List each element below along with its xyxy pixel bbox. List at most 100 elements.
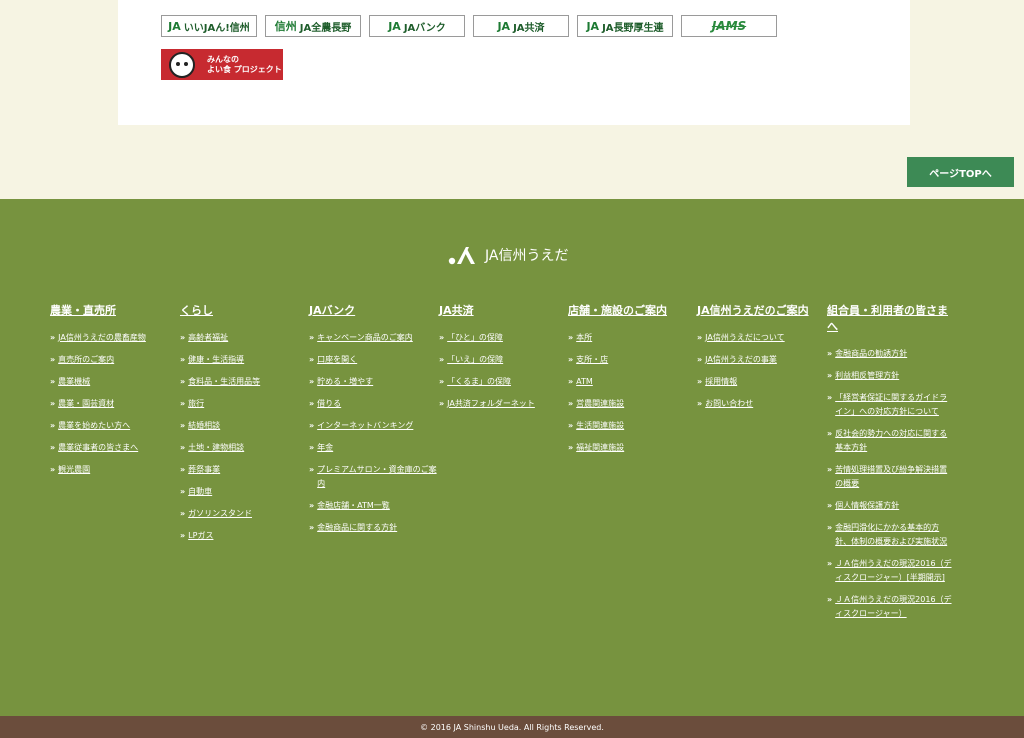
footer-link-label: 葬祭事業 xyxy=(188,465,221,474)
banner-ja-nagano-koseiren[interactable]: JA JA長野厚生連 xyxy=(577,15,673,37)
footer-link[interactable]: » プレミアムサロン・資金庫のご案内 xyxy=(309,463,437,491)
footer-link[interactable]: » お問い合わせ xyxy=(697,397,825,411)
footer-link[interactable]: » 葬祭事業 xyxy=(180,463,308,477)
footer-link-label: JA信州うえだの事業 xyxy=(705,355,777,364)
double-chevron-right-icon: » xyxy=(827,371,833,380)
footer-link-label: 土地・建物相談 xyxy=(188,443,245,452)
footer-column-title[interactable]: くらし xyxy=(180,303,308,319)
double-chevron-right-icon: » xyxy=(568,421,574,430)
footer-link[interactable]: » 「経営者保証に関するガイドライン」への対応方針について xyxy=(827,391,955,419)
footer-link[interactable]: » JA共済フォルダーネット xyxy=(439,397,567,411)
footer-link-list: » JA信州うえだについて » JA信州うえだの事業 » 採用情報 » お問い合わせ xyxy=(697,331,825,411)
footer: JA信州うえだ 農業・直売所» JA信州うえだの農畜産物» 直売所のご案内» 農業機械… xyxy=(0,199,1024,716)
footer-link[interactable]: » 自動車 xyxy=(180,485,308,499)
footer-link[interactable]: » JA信州うえだの事業 xyxy=(697,353,825,367)
footer-link[interactable]: » 金融円滑化にかかる基本的方針、体制の概要および実施状況 xyxy=(827,521,955,549)
footer-link-label: 個人情報保護方針 xyxy=(835,501,900,510)
footer-link[interactable]: » 直売所のご案内 xyxy=(50,353,178,367)
footer-link[interactable]: » ＪＡ信州うえだの現況2016（ディスクロージャー） xyxy=(827,593,955,621)
footer-link[interactable]: » JA信州うえだについて xyxy=(697,331,825,345)
footer-link[interactable]: » 金融商品に関する方針 xyxy=(309,521,437,535)
footer-link[interactable]: » 生活関連施設 xyxy=(568,419,696,433)
footer-link[interactable]: » インターネットバンキング xyxy=(309,419,437,433)
footer-link[interactable]: » 支所・店 xyxy=(568,353,696,367)
double-chevron-right-icon: » xyxy=(50,399,56,408)
banner-jams[interactable]: JAMS xyxy=(681,15,777,37)
banner-zennoh-nagano[interactable]: 信州 JA全農長野 xyxy=(265,15,361,37)
footer-column-title[interactable]: JAバンク xyxy=(309,303,437,319)
footer-link[interactable]: » 借りる xyxy=(309,397,437,411)
ja-logo-icon: JA xyxy=(388,19,401,33)
double-chevron-right-icon: » xyxy=(309,465,315,474)
footer-link[interactable]: » 反社会的勢力への対応に関する基本方針 xyxy=(827,427,955,455)
footer-link[interactable]: » 苦情処理措置及び紛争解決措置の概要 xyxy=(827,463,955,491)
double-chevron-right-icon: » xyxy=(50,465,56,474)
double-chevron-right-icon: » xyxy=(827,349,833,358)
footer-link[interactable]: » 本所 xyxy=(568,331,696,345)
footer-link[interactable]: » 土地・建物相談 xyxy=(180,441,308,455)
double-chevron-right-icon: » xyxy=(827,429,833,438)
footer-link[interactable]: » 健康・生活指導 xyxy=(180,353,308,367)
footer-link[interactable]: » JA信州うえだの農畜産物 xyxy=(50,331,178,345)
footer-link[interactable]: » ガソリンスタンド xyxy=(180,507,308,521)
footer-link[interactable]: » 福祉関連施設 xyxy=(568,441,696,455)
footer-link-label: 苦情処理措置及び紛争解決措置の概要 xyxy=(835,465,948,488)
footer-link[interactable]: » 農業従事者の皆さまへ xyxy=(50,441,178,455)
footer-link[interactable]: » 食料品・生活用品等 xyxy=(180,375,308,389)
footer-link[interactable]: » 農業機械 xyxy=(50,375,178,389)
footer-column-title[interactable]: 農業・直売所 xyxy=(50,303,178,319)
double-chevron-right-icon: » xyxy=(309,355,315,364)
footer-column-title[interactable]: JA共済 xyxy=(439,303,567,319)
footer-link[interactable]: » LPガス xyxy=(180,529,308,543)
double-chevron-right-icon: » xyxy=(180,443,186,452)
footer-link-label: 農業を始めたい方へ xyxy=(58,421,131,430)
footer-link[interactable]: » 口座を開く xyxy=(309,353,437,367)
footer-link[interactable]: » 高齢者福祉 xyxy=(180,331,308,345)
double-chevron-right-icon: » xyxy=(827,393,833,402)
banner-ja-kyosai[interactable]: JA JA共済 xyxy=(473,15,569,37)
footer-link[interactable]: » 年金 xyxy=(309,441,437,455)
footer-link[interactable]: » 金融商品の勧誘方針 xyxy=(827,347,955,361)
double-chevron-right-icon: » xyxy=(827,465,833,474)
footer-link-label: 農業機械 xyxy=(58,377,91,386)
banner-row: JA いいJAん!信州 信州 JA全農長野 JA JAバンク JA JA共済 JA JA長… xyxy=(161,15,777,37)
footer-link[interactable]: » キャンペーン商品のご案内 xyxy=(309,331,437,345)
footer-link[interactable]: » 観光農園 xyxy=(50,463,178,477)
footer-link[interactable]: » 金融店舗・ATM一覧 xyxy=(309,499,437,513)
footer-link[interactable]: » ATM xyxy=(568,375,696,389)
footer-link[interactable]: » 利益相反管理方針 xyxy=(827,369,955,383)
footer-column-title[interactable]: 組合員・利用者の皆さまへ xyxy=(827,303,955,335)
footer-link[interactable]: » 採用情報 xyxy=(697,375,825,389)
footer-col-members: 組合員・利用者の皆さまへ » 金融商品の勧誘方針 » 利益相反管理方針 » 「経営者保証に関… xyxy=(827,303,955,629)
banner-ja-bank[interactable]: JA JAバンク xyxy=(369,15,465,37)
footer-column-title[interactable]: JA信州うえだのご案内 xyxy=(697,303,825,319)
double-chevron-right-icon: » xyxy=(697,355,703,364)
footer-link[interactable]: » 個人情報保護方針 xyxy=(827,499,955,513)
double-chevron-right-icon: » xyxy=(309,333,315,342)
footer-logo[interactable]: JA信州うえだ xyxy=(448,245,568,265)
footer-column-title[interactable]: 店舗・施設のご案内 xyxy=(568,303,696,319)
footer-link[interactable]: » 「ひと」の保障 xyxy=(439,331,567,345)
banner-label: JA全農長野 xyxy=(299,22,352,34)
page-top-button[interactable]: ページTOPへ xyxy=(907,157,1014,187)
banner-iijan-shinshu[interactable]: JA いいJAん!信州 xyxy=(161,15,257,37)
double-chevron-right-icon: » xyxy=(50,421,56,430)
banner-yoi-shoku-project[interactable]: みんなの よい食 プロジェクト xyxy=(161,49,283,80)
footer-col-agriculture: 農業・直売所» JA信州うえだの農畜産物» 直売所のご案内» 農業機械» 農業・園芸資材… xyxy=(50,303,178,485)
footer-link[interactable]: » 結婚相談 xyxy=(180,419,308,433)
footer-col-ja-kyosai: JA共済 » 「ひと」の保障 » 「いえ」の保障 » 「くるま」の保障 » JA共済フォルダーネ… xyxy=(439,303,567,419)
footer-link-label: 自動車 xyxy=(188,487,213,496)
footer-col-ja-bank: JAバンク » キャンペーン商品のご案内 » 口座を開く » 貯める・増やす » 借りる » インタ… xyxy=(309,303,437,543)
footer-link[interactable]: » 旅行 xyxy=(180,397,308,411)
double-chevron-right-icon: » xyxy=(180,355,186,364)
footer-link[interactable]: » 「くるま」の保障 xyxy=(439,375,567,389)
footer-link[interactable]: » 農業・園芸資材 xyxy=(50,397,178,411)
footer-link-label: 旅行 xyxy=(188,399,205,408)
footer-link[interactable]: » ＪＡ信州うえだの現況2016（ディスクロージャー）[半期開示] xyxy=(827,557,955,585)
footer-link-label: 福祉関連施設 xyxy=(576,443,625,452)
footer-col-facilities: 店舗・施設のご案内» 本所» 支所・店» ATM» 営農関連施設» 生活関連施設» 福祉関連… xyxy=(568,303,696,463)
footer-link[interactable]: » 農業を始めたい方へ xyxy=(50,419,178,433)
footer-link[interactable]: » 「いえ」の保障 xyxy=(439,353,567,367)
footer-link[interactable]: » 営農関連施設 xyxy=(568,397,696,411)
footer-link[interactable]: » 貯める・増やす xyxy=(309,375,437,389)
